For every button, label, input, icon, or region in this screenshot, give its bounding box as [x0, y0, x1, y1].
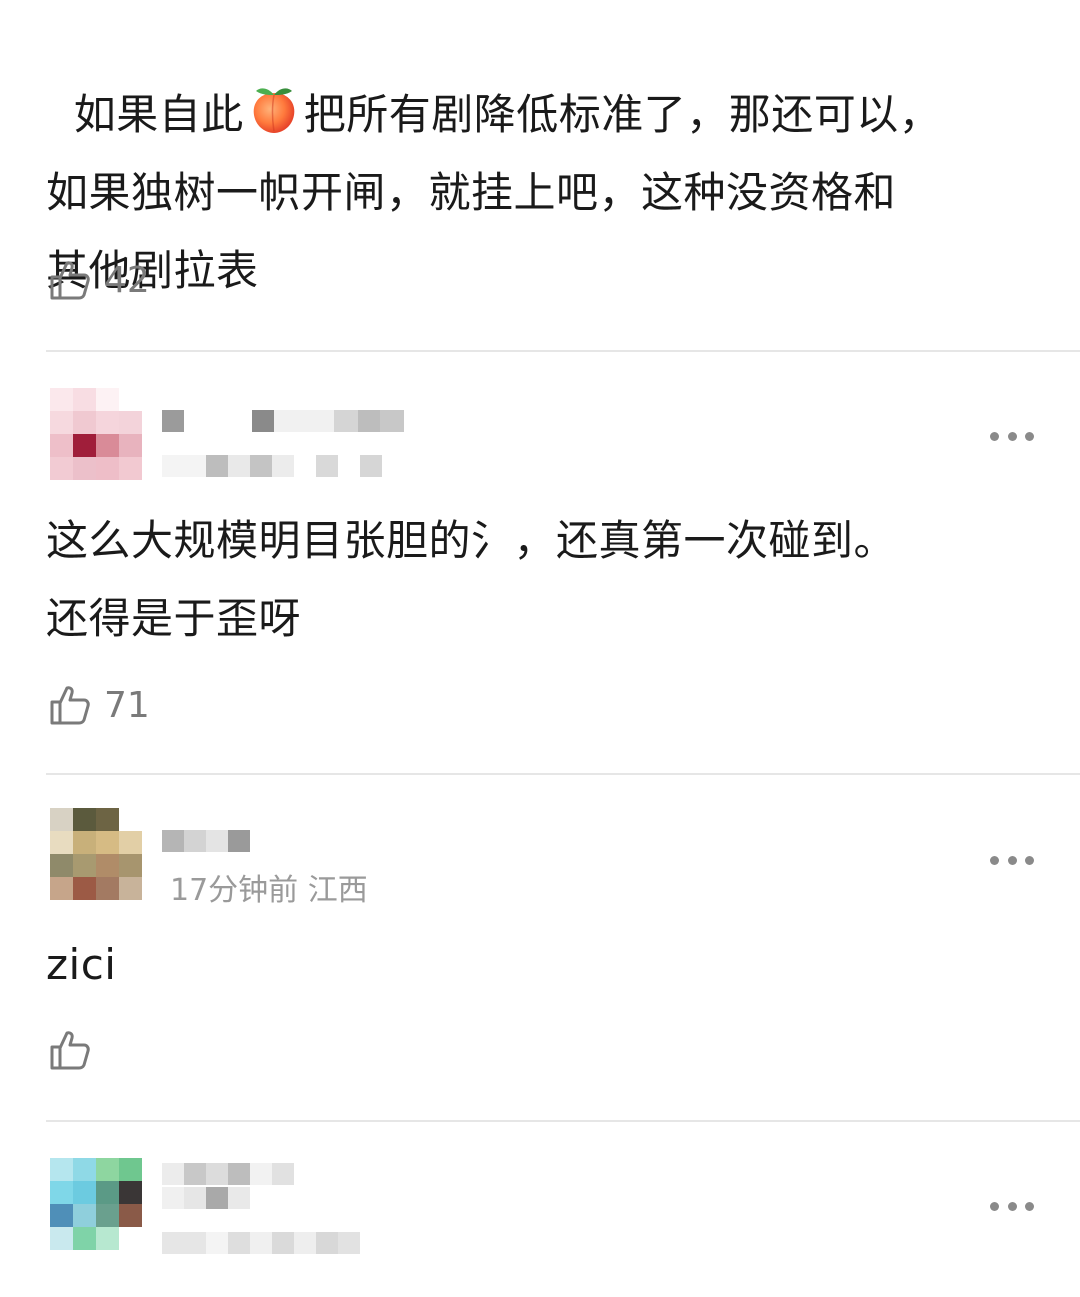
username-redacted [162, 1187, 272, 1209]
like-button[interactable]: 42 [46, 255, 150, 305]
comment-1-text-part-2: 把所有剧降低标准了，那还可以， [303, 90, 942, 139]
like-count: 42 [104, 259, 150, 301]
comment-2-text: 这么大规模明目张胆的氵，还真第一次碰到。 还得是于歪呀 [46, 502, 896, 658]
peach-emoji-icon [246, 81, 302, 137]
username-redacted[interactable] [162, 410, 404, 432]
comment-3-line-1: zici [46, 940, 117, 989]
divider [46, 773, 1080, 775]
avatar[interactable] [50, 808, 142, 900]
username-redacted[interactable] [162, 1163, 294, 1185]
meta-redacted [162, 455, 382, 477]
comment-1-text: 如果自此 把所有剧降低标准了，那还可以， 如果独树一帜开闸，就挂上吧，这种没资格… [46, 0, 941, 310]
like-button[interactable] [46, 1025, 92, 1075]
comment-3-meta: 17分钟前 江西 [170, 873, 368, 908]
like-count: 71 [104, 684, 150, 726]
comment-2-line-2: 还得是于歪呀 [46, 594, 302, 643]
thumbs-up-icon [46, 682, 92, 728]
more-options-button[interactable] [990, 426, 1034, 446]
more-dots-icon [990, 1201, 999, 1211]
avatar[interactable] [50, 388, 142, 480]
more-options-button[interactable] [990, 1196, 1034, 1216]
like-button[interactable]: 71 [46, 680, 150, 730]
thumbs-up-icon [46, 257, 92, 303]
username-redacted[interactable] [162, 830, 250, 852]
divider [46, 350, 1080, 352]
comment-3-text: zici [46, 926, 116, 1004]
more-dots-icon [990, 855, 999, 865]
more-dots-icon [990, 431, 999, 441]
comment-2-line-1: 这么大规模明目张胆的氵，还真第一次碰到。 [46, 516, 897, 565]
avatar[interactable] [50, 1158, 142, 1250]
more-options-button[interactable] [990, 850, 1034, 870]
meta-redacted [162, 1232, 360, 1254]
comment-1-text-part-1: 如果自此 [73, 90, 244, 139]
comment-1-text-part-3: 如果独树一帜开闸，就挂上吧，这种没资格和 [46, 168, 897, 217]
thumbs-up-icon [46, 1027, 92, 1073]
divider [46, 1120, 1080, 1122]
